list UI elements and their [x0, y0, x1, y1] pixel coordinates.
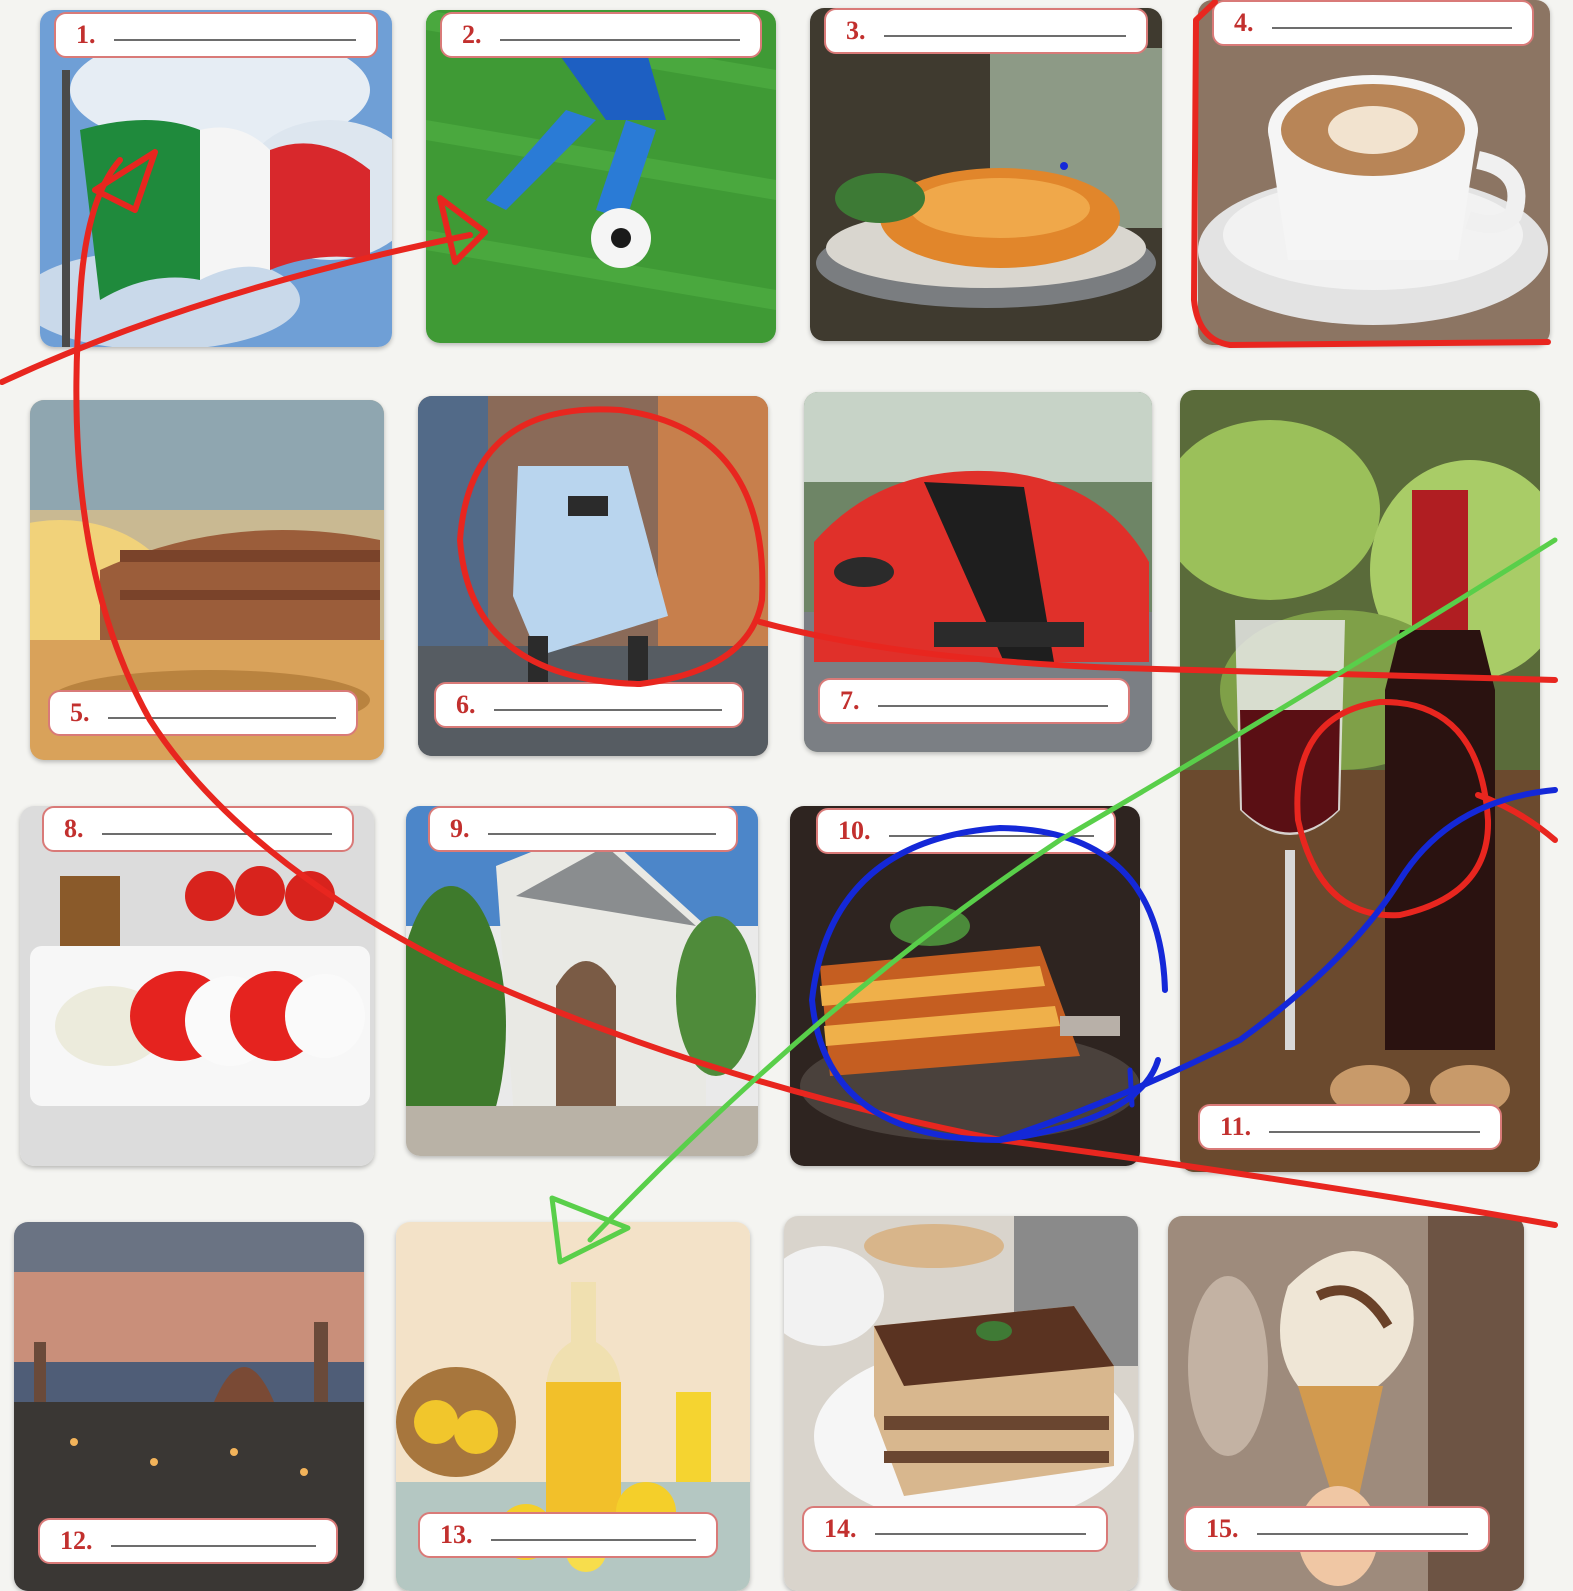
- answer-label[interactable]: 10.: [816, 808, 1116, 854]
- answer-label[interactable]: 2.: [440, 12, 762, 58]
- card-number: 10.: [838, 816, 871, 845]
- card-number: 7.: [840, 686, 860, 715]
- answer-line[interactable]: [490, 1539, 696, 1541]
- card-5-colosseum: 5.: [30, 400, 384, 760]
- card-number: 2.: [462, 20, 482, 49]
- answer-label[interactable]: 5.: [48, 690, 358, 736]
- answer-label[interactable]: 4.: [1212, 0, 1534, 46]
- answer-line[interactable]: [888, 835, 1094, 837]
- card-12-florence-skyline: 12.: [14, 1222, 364, 1591]
- answer-label[interactable]: 14.: [802, 1506, 1108, 1552]
- card-13-limoncello: 13.: [396, 1222, 750, 1591]
- card-number: 5.: [70, 698, 90, 727]
- card-7-sports-car: 7.: [804, 392, 1152, 752]
- answer-line[interactable]: [107, 717, 336, 719]
- answer-line[interactable]: [493, 709, 722, 711]
- card-4-cappuccino: 4.: [1198, 0, 1550, 345]
- answer-label[interactable]: 7.: [818, 678, 1130, 724]
- card-number: 13.: [440, 1520, 473, 1549]
- answer-line[interactable]: [487, 833, 716, 835]
- card-number: 3.: [846, 16, 866, 45]
- answer-line[interactable]: [1271, 27, 1512, 29]
- red-wine-picture: [1180, 390, 1540, 1172]
- card-number: 12.: [60, 1526, 93, 1555]
- answer-line[interactable]: [113, 39, 356, 41]
- answer-line[interactable]: [110, 1545, 316, 1547]
- answer-line[interactable]: [499, 39, 740, 41]
- answer-label[interactable]: 9.: [428, 806, 738, 852]
- card-14-tiramisu: 14.: [784, 1216, 1138, 1591]
- trulli-picture: [406, 806, 758, 1156]
- card-11-red-wine: 11.: [1180, 390, 1540, 1172]
- football-picture: [426, 10, 776, 343]
- answer-line[interactable]: [877, 705, 1108, 707]
- card-3-spaghetti: 3.: [810, 8, 1162, 341]
- answer-label[interactable]: 11.: [1198, 1104, 1502, 1150]
- answer-label[interactable]: 13.: [418, 1512, 718, 1558]
- answer-line[interactable]: [1256, 1533, 1468, 1535]
- card-6-scooter: 6.: [418, 396, 768, 756]
- card-9-trulli-houses: 9.: [406, 806, 758, 1156]
- answer-label[interactable]: 12.: [38, 1518, 338, 1564]
- card-number: 9.: [450, 814, 470, 843]
- answer-line[interactable]: [874, 1533, 1086, 1535]
- card-number: 1.: [76, 20, 96, 49]
- card-10-lasagna: 10.: [790, 806, 1140, 1166]
- card-number: 4.: [1234, 8, 1254, 37]
- answer-line[interactable]: [1269, 1131, 1480, 1133]
- card-number: 11.: [1220, 1112, 1252, 1141]
- card-number: 8.: [64, 814, 84, 843]
- answer-label[interactable]: 3.: [824, 8, 1148, 54]
- card-number: 6.: [456, 690, 476, 719]
- card-15-gelato: 15.: [1168, 1216, 1524, 1591]
- caprese-picture: [20, 806, 374, 1166]
- cappuccino-picture: [1198, 0, 1550, 345]
- answer-line[interactable]: [101, 833, 332, 835]
- answer-label[interactable]: 8.: [42, 806, 354, 852]
- card-1-italian-flag: 1.: [40, 10, 392, 347]
- answer-line[interactable]: [883, 35, 1126, 37]
- answer-label[interactable]: 15.: [1184, 1506, 1490, 1552]
- spaghetti-picture: [810, 8, 1162, 341]
- flag-picture: [40, 10, 392, 347]
- card-number: 15.: [1206, 1514, 1239, 1543]
- answer-label[interactable]: 6.: [434, 682, 744, 728]
- card-2-football: 2.: [426, 10, 776, 343]
- lasagna-picture: [790, 806, 1140, 1166]
- card-8-caprese-salad: 8.: [20, 806, 374, 1166]
- card-number: 14.: [824, 1514, 857, 1543]
- answer-label[interactable]: 1.: [54, 12, 378, 58]
